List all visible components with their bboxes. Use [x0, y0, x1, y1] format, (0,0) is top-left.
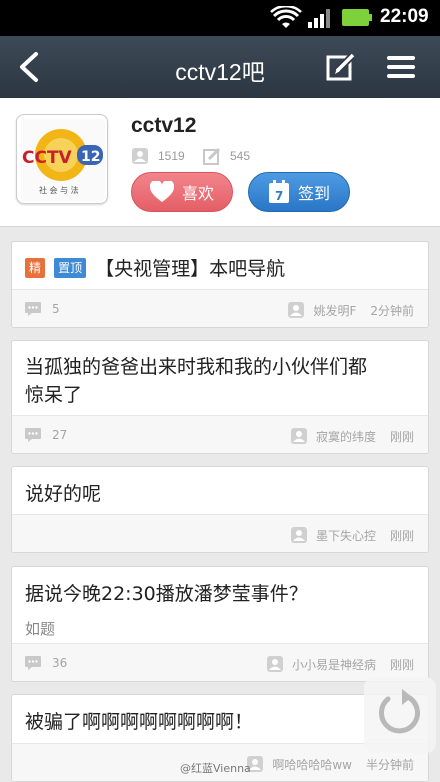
pinned-tag: 置顶: [54, 258, 87, 278]
like-button[interactable]: 喜欢: [131, 172, 233, 212]
wifi-icon: [270, 6, 302, 28]
post-author: 姚发明F: [313, 303, 357, 318]
signal-icon: [308, 9, 330, 28]
user-icon: [290, 527, 307, 543]
post-title: 当孤独的爸爸出来时我和我的小伙伴们都 惊呆了: [25, 353, 367, 409]
reply-count: 27: [24, 427, 67, 443]
post-card[interactable]: 精 置顶 【央视管理】本吧导航 5 姚发明F 2分钟前: [11, 241, 429, 328]
reply-count-value: 27: [52, 428, 68, 442]
post-author: 啊哈哈哈哈ww: [272, 757, 352, 772]
post-author: 墨下失心控: [315, 528, 376, 543]
forum-logo: CCTV 12 社 会 与 法: [16, 114, 108, 204]
reply-count: 36: [24, 655, 67, 671]
post-title: 精 置顶 【央视管理】本吧导航: [25, 255, 285, 283]
forum-header: CCTV 12 社 会 与 法 cctv12 1519 545 喜欢 7 签到: [0, 98, 440, 227]
post-title-text: 【央视管理】本吧导航: [95, 258, 286, 280]
reply-count-value: 5: [52, 302, 60, 316]
heart-icon: [149, 181, 174, 202]
user-icon: [288, 302, 305, 318]
user-icon: [266, 656, 283, 672]
comment-icon: [25, 656, 41, 670]
post-time: 刚刚: [389, 528, 414, 543]
watermark: @红蓝Vienna: [180, 762, 251, 775]
svg-text:社 会 与 法: 社 会 与 法: [39, 185, 79, 195]
post-author: 小小易是神经病: [291, 657, 376, 672]
featured-tag: 精: [25, 258, 46, 278]
post-time: 半分钟前: [365, 757, 414, 772]
sign-in-label: 签到: [297, 184, 330, 203]
svg-text:7: 7: [275, 189, 283, 203]
post-title-line-2: 惊呆了: [25, 384, 83, 406]
user-icon: [290, 428, 307, 444]
comment-icon: [25, 302, 41, 316]
post-count-value: 545: [230, 149, 251, 163]
like-label: 喜欢: [181, 184, 214, 203]
post-meta: 啊哈哈哈哈ww 半分钟前: [246, 755, 414, 773]
post-count: 545: [203, 146, 250, 166]
post-time: 刚刚: [389, 657, 414, 672]
post-footer: 墨下失心控 刚刚: [12, 514, 428, 552]
post-footer: 27 寂寞的纬度 刚刚: [12, 415, 428, 453]
post-subtitle: 如题: [25, 620, 56, 638]
post-card[interactable]: 当孤独的爸爸出来时我和我的小伙伴们都 惊呆了 27 寂寞的纬度 刚刚: [11, 340, 429, 454]
post-title: 说好的呢: [25, 483, 102, 505]
reply-count: 5: [24, 301, 60, 317]
clock-time: 22:09: [380, 6, 429, 27]
compose-icon[interactable]: [325, 51, 357, 83]
status-bar: 22:09: [0, 0, 440, 36]
sign-in-button[interactable]: 7 签到: [248, 172, 350, 212]
member-count-value: 1519: [158, 149, 185, 163]
battery-icon: [342, 9, 372, 26]
reply-count-value: 36: [52, 656, 68, 670]
post-meta: 小小易是神经病 刚刚: [266, 655, 414, 673]
post-card[interactable]: 说好的呢 墨下失心控 刚刚: [11, 466, 429, 553]
nav-bar: cctv12吧: [0, 36, 440, 98]
post-author: 寂寞的纬度: [315, 429, 376, 444]
comment-icon: [25, 428, 41, 442]
posts-icon: [203, 147, 221, 165]
post-footer: 5 姚发明F 2分钟前: [12, 289, 428, 327]
cctv12-logo-icon: CCTV 12 社 会 与 法: [21, 119, 105, 201]
svg-text:12: 12: [81, 149, 100, 165]
svg-text:CCTV: CCTV: [22, 148, 73, 168]
post-title: 被骗了啊啊啊啊啊啊啊啊！: [25, 711, 254, 733]
post-time: 刚刚: [389, 429, 414, 444]
post-title: 据说今晚22:30播放潘梦莹事件？: [25, 583, 308, 605]
post-footer: 36 小小易是神经病 刚刚: [12, 643, 428, 681]
post-meta: 姚发明F 2分钟前: [287, 301, 414, 319]
post-time: 2分钟前: [370, 303, 414, 318]
post-title-line-1: 当孤独的爸爸出来时我和我的小伙伴们都: [25, 356, 368, 378]
post-meta: 墨下失心控 刚刚: [290, 526, 414, 544]
page-title: cctv12吧: [175, 59, 265, 85]
forum-name: cctv12: [131, 114, 197, 137]
menu-icon[interactable]: [385, 53, 417, 81]
post-card[interactable]: 据说今晚22:30播放潘梦莹事件？ 如题 36 小小易是神经病 刚刚: [11, 566, 429, 682]
calendar-icon: 7: [268, 180, 289, 203]
refresh-icon: [379, 689, 420, 734]
post-meta: 寂寞的纬度 刚刚: [290, 427, 414, 445]
members-icon: [132, 148, 148, 164]
refresh-button[interactable]: [364, 677, 436, 753]
member-count: 1519: [131, 146, 185, 166]
